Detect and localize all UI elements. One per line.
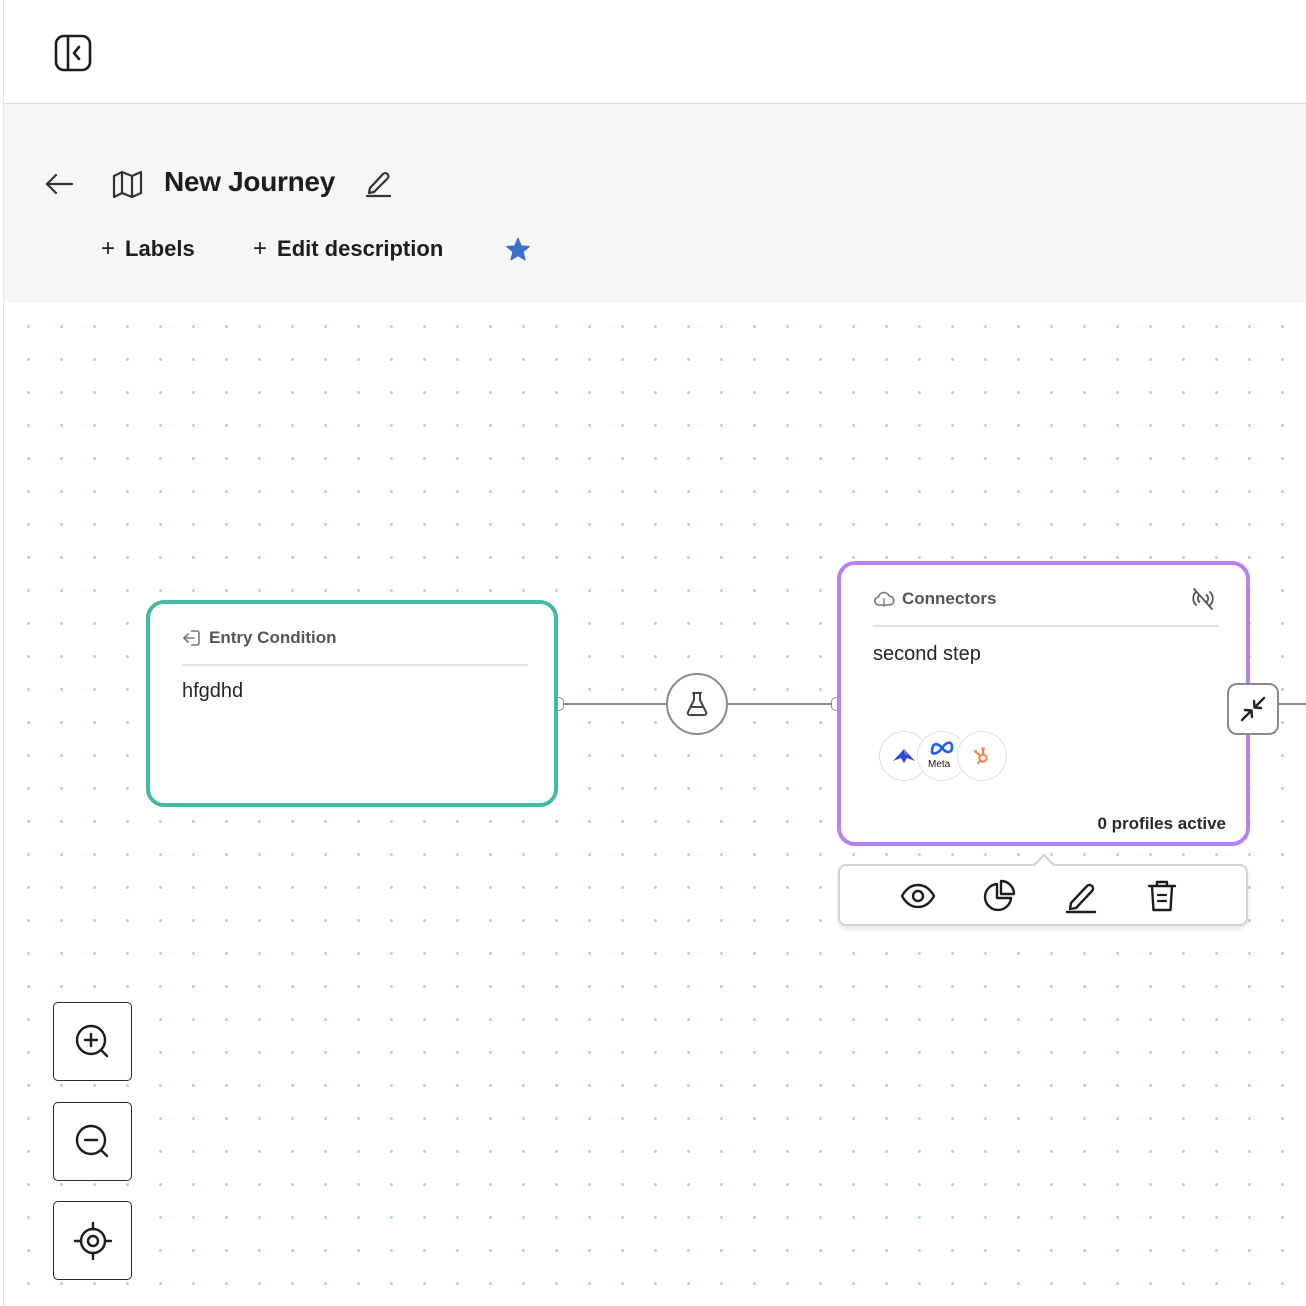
entry-condition-node[interactable]: Entry Condition hfgdhd [146,600,558,807]
collapse-arrows-icon [1240,696,1266,722]
eye-icon [900,883,936,909]
trash-icon [1147,880,1177,912]
edge-connectors-out [1279,703,1306,705]
meta-logo-text: Meta [928,759,951,770]
pencil-icon [1065,883,1097,914]
plus-icon: + [101,235,116,262]
zoom-out-icon [75,1124,108,1157]
recenter-icon [73,1221,112,1260]
star-icon [506,237,530,261]
split-node-button[interactable] [666,673,728,735]
node-action-toolbar [838,853,1248,926]
node-divider [873,625,1219,627]
node-body-text: second step [873,643,981,665]
edit-title-button[interactable] [364,168,392,198]
flask-icon [686,692,708,716]
zoom-out-button[interactable] [53,1102,132,1181]
arrow-left-icon [45,173,74,195]
hubspot-logo [957,731,1007,781]
add-labels-label: Labels [125,236,195,261]
node-header: Connectors [873,589,996,609]
add-labels-button[interactable]: + Labels [101,235,195,263]
back-button[interactable] [42,170,78,198]
edge-entry-to-flask [562,703,667,705]
edit-node-button[interactable] [1061,876,1101,916]
no-signal-icon [1190,587,1216,611]
pencil-icon [365,171,392,198]
node-divider [182,664,528,666]
sidebar-toggle-button[interactable] [52,33,94,73]
node-header: Entry Condition [182,628,336,648]
sidebar-collapse-icon [54,34,92,72]
entry-arrow-icon [183,630,200,646]
analytics-button[interactable] [979,876,1019,916]
collapse-node-button[interactable] [1227,683,1279,735]
map-icon [111,170,145,199]
page-title: New Journey [164,166,335,197]
cloud-icon [873,591,895,607]
favorite-button[interactable] [504,236,532,264]
node-type-label: Connectors [902,589,997,608]
plus-icon: + [253,235,268,262]
connectors-node[interactable]: Connectors second step Meta 0 profiles a… [837,561,1250,846]
view-button[interactable] [898,876,938,916]
zoom-in-icon [75,1024,108,1057]
edit-description-button[interactable]: + Edit description [253,235,443,263]
node-body-text: hfgdhd [182,680,244,702]
node-type-label: Entry Condition [209,628,337,647]
edge-flask-to-connectors [728,703,835,705]
profiles-active-count: 0 profiles active [1097,814,1226,833]
zoom-in-button[interactable] [53,1002,132,1081]
delete-node-button[interactable] [1142,876,1182,916]
top-bar [3,0,1306,104]
journey-header: New Journey + Labels + Edit description [3,104,1306,303]
edit-description-label: Edit description [277,236,444,261]
pie-chart-icon [983,879,1016,912]
recenter-button[interactable] [53,1201,132,1280]
